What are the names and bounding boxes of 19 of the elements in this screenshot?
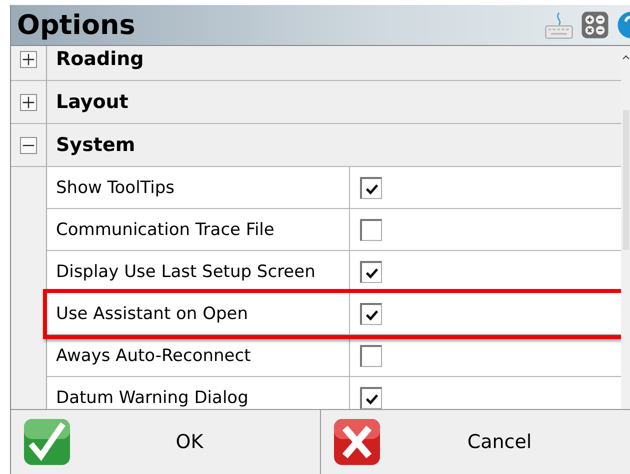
checkbox[interactable] bbox=[360, 302, 382, 324]
collapse-icon[interactable] bbox=[20, 136, 37, 154]
setting-label: Datum Warning Dialog bbox=[46, 377, 350, 409]
help-icon[interactable] bbox=[616, 10, 630, 40]
scroll-up-icon[interactable] bbox=[622, 54, 630, 60]
checkbox[interactable] bbox=[360, 176, 382, 198]
checkbox[interactable] bbox=[360, 386, 382, 408]
expand-icon[interactable] bbox=[20, 50, 37, 68]
expand-icon[interactable] bbox=[20, 94, 37, 110]
checkbox[interactable] bbox=[360, 260, 382, 282]
window-title: Options bbox=[16, 10, 136, 40]
checkmark-icon bbox=[23, 418, 71, 466]
checkbox[interactable] bbox=[360, 218, 382, 240]
cross-icon bbox=[333, 418, 381, 466]
checkbox[interactable] bbox=[360, 344, 382, 366]
setting-label: Communication Trace File bbox=[46, 209, 350, 251]
calculator-icon[interactable] bbox=[580, 10, 610, 40]
setting-label: Use Assistant on Open bbox=[46, 293, 350, 335]
setting-label: Show ToolTips bbox=[46, 167, 350, 209]
